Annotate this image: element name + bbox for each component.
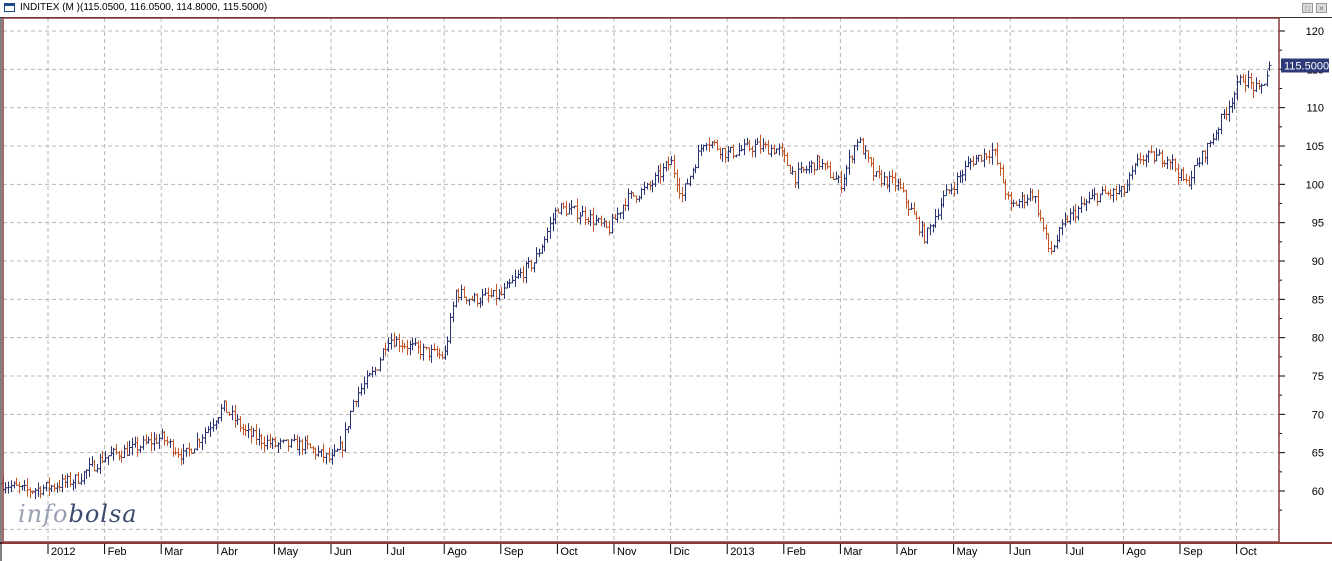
x-tick-label: Abr [221, 546, 238, 558]
x-tick-label: Abr [900, 546, 917, 558]
y-tick-label: 70 [1312, 409, 1324, 421]
x-tick-label: Oct [560, 546, 577, 558]
y-tick-label: 110 [1306, 103, 1324, 115]
x-tick-label: Jun [1013, 546, 1031, 558]
y-tick-label: 100 [1306, 179, 1324, 191]
x-tick-label: Sep [504, 546, 524, 558]
x-tick-label: Ago [447, 546, 467, 558]
y-tick-label: 105 [1306, 141, 1324, 153]
infobolsa-logo: infobolsa [18, 500, 138, 528]
x-tick-label: Jun [334, 546, 352, 558]
y-tick-label: 120 [1306, 26, 1324, 38]
x-tick-label: Feb [108, 546, 127, 558]
x-tick-label: 2012 [51, 546, 75, 558]
x-tick-label: May [277, 546, 298, 558]
y-tick-label: 80 [1312, 333, 1324, 345]
y-tick-label: 85 [1312, 294, 1324, 306]
x-tick-label: Jul [1070, 546, 1084, 558]
y-tick-label: 60 [1312, 486, 1324, 498]
price-chart: 12011511010510095908580757065602012FebMa… [0, 17, 1332, 561]
x-tick-label: Ago [1126, 546, 1146, 558]
plot-area [3, 18, 1279, 542]
x-tick-label: Sep [1183, 546, 1203, 558]
x-tick-label: 2013 [730, 546, 754, 558]
x-tick-label: Dic [674, 546, 690, 558]
y-tick-label: 65 [1312, 448, 1324, 460]
y-tick-label: 75 [1312, 371, 1324, 383]
x-tick-label: Jul [391, 546, 405, 558]
last-price-label: 115.5000 [1284, 61, 1329, 73]
x-tick-label: Mar [843, 546, 862, 558]
x-tick-label: May [957, 546, 978, 558]
x-tick-label: Nov [617, 546, 637, 558]
y-tick-label: 90 [1312, 256, 1324, 268]
x-tick-label: Oct [1240, 546, 1257, 558]
x-tick-label: Feb [787, 546, 806, 558]
x-tick-label: Mar [164, 546, 183, 558]
y-tick-label: 95 [1312, 218, 1324, 230]
